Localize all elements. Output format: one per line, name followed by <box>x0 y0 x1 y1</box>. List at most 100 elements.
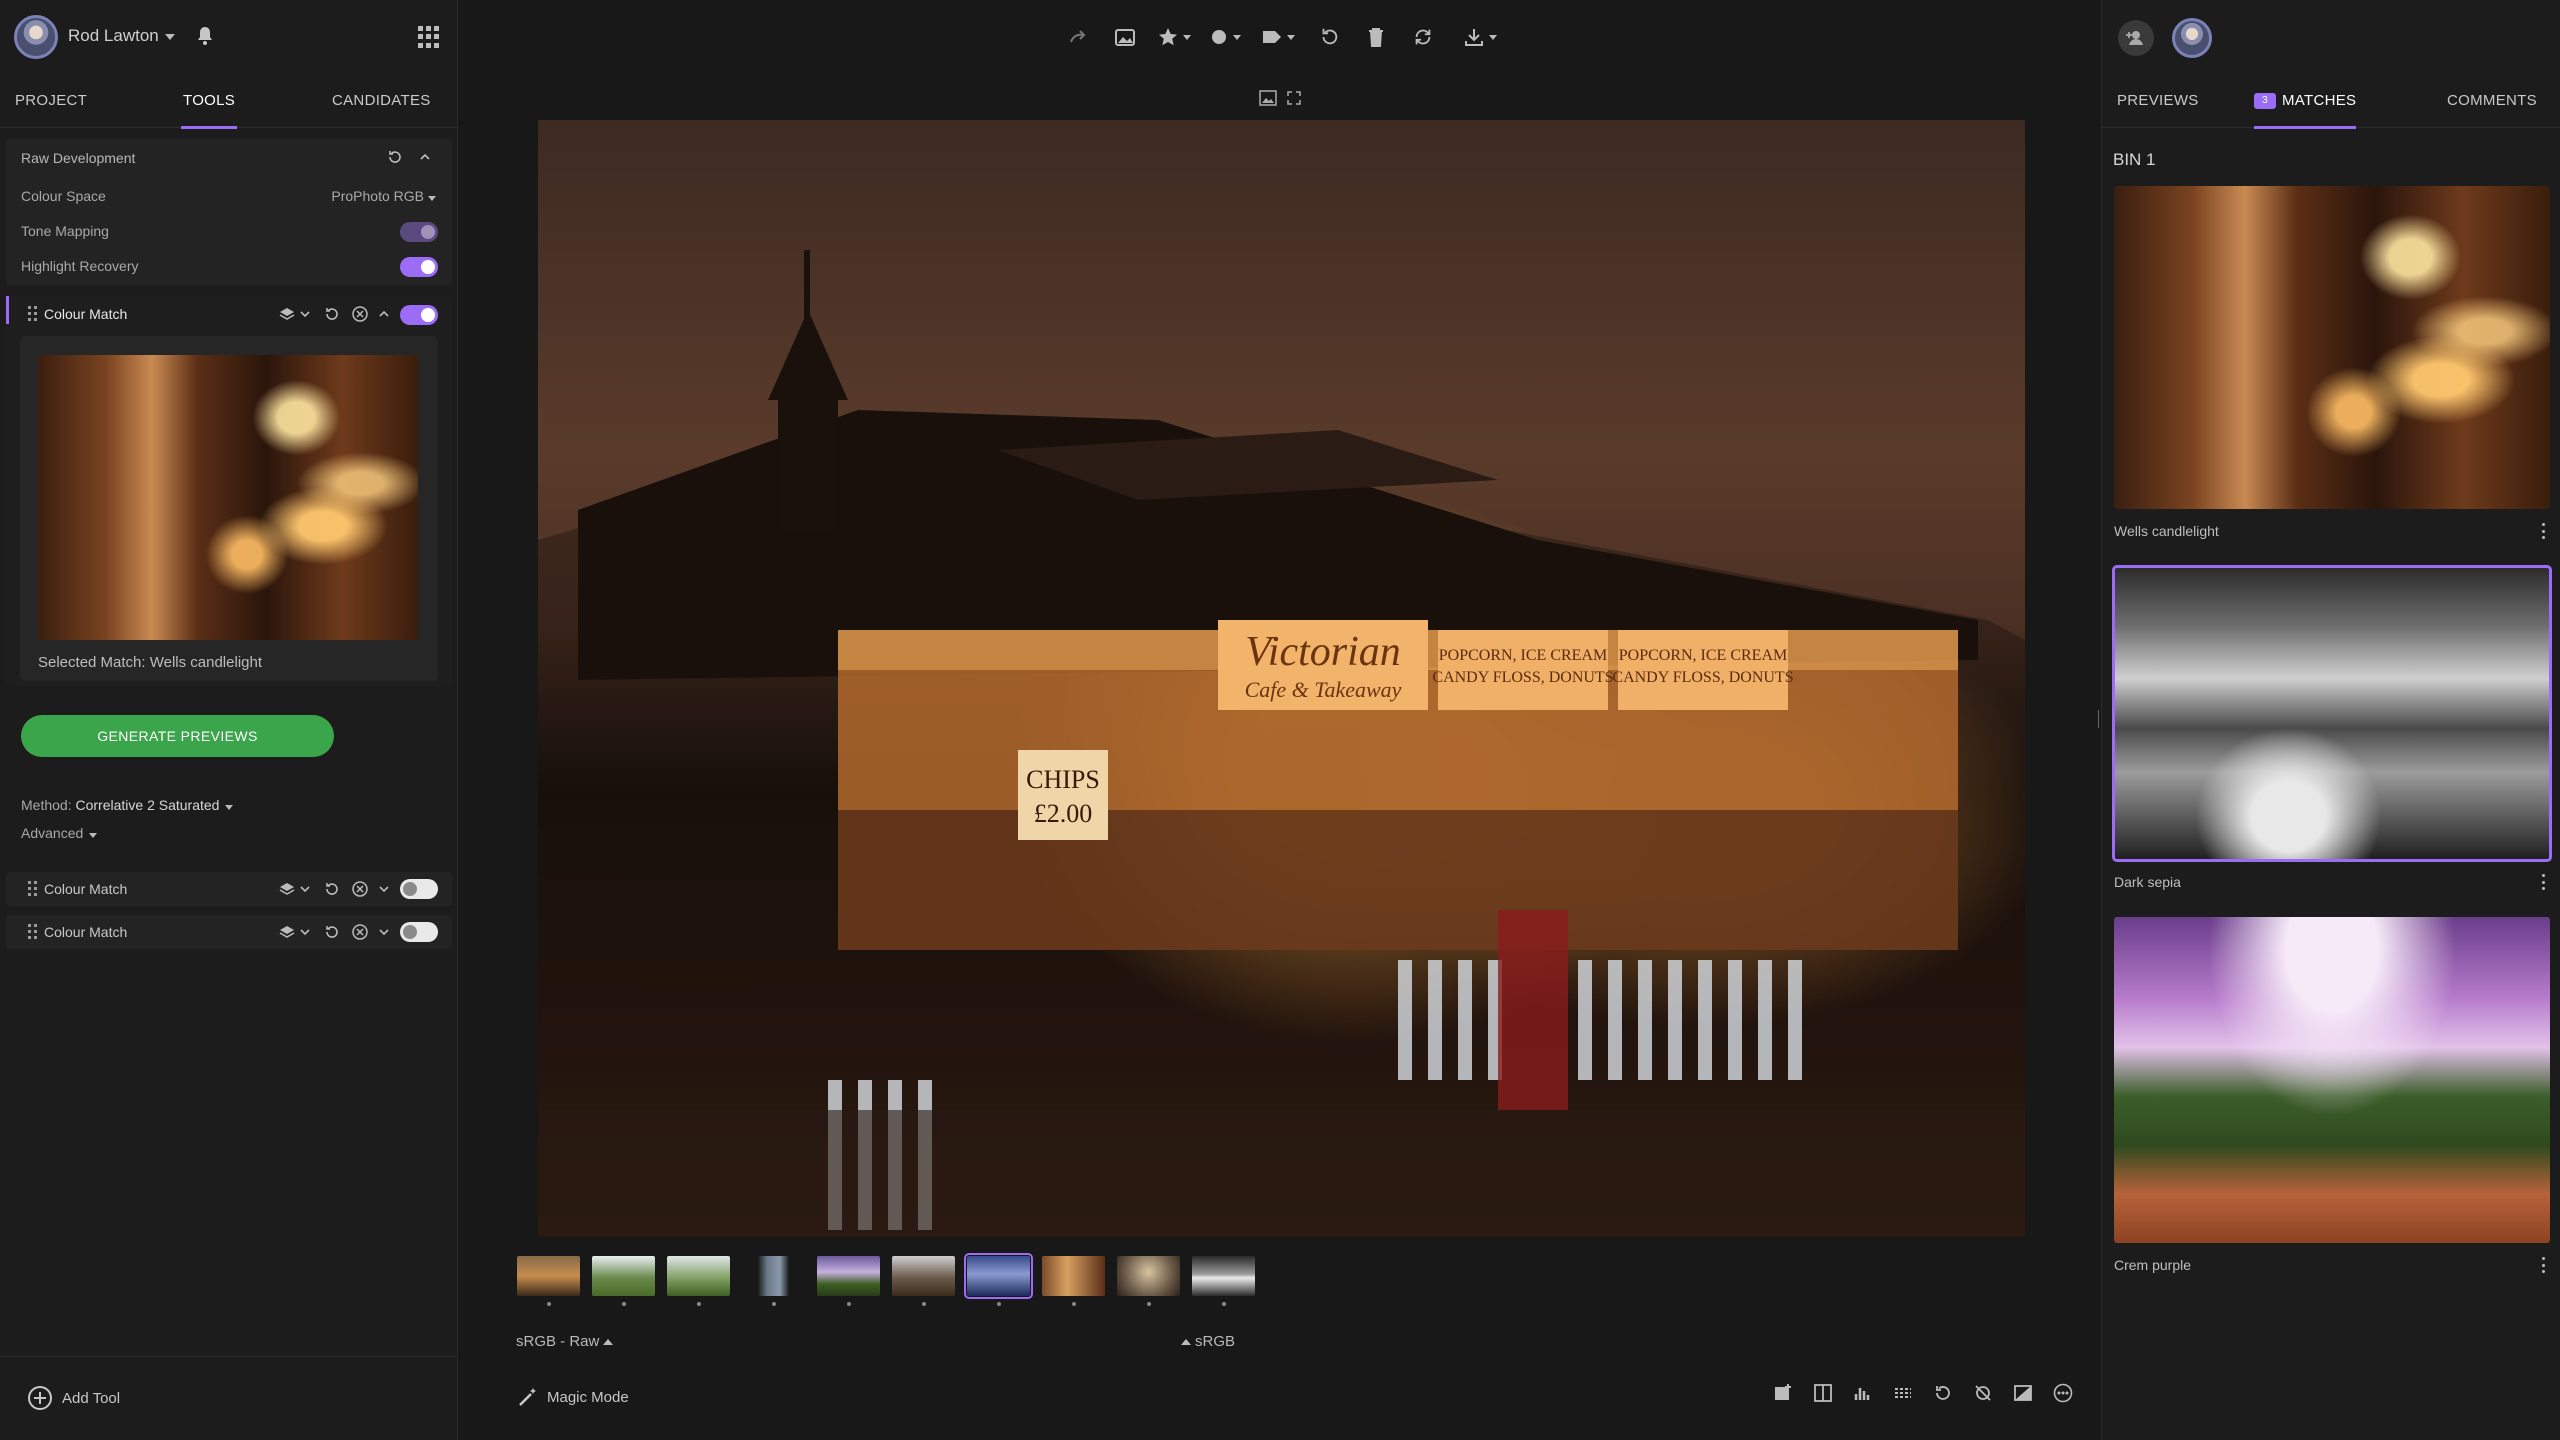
match-item-selected[interactable]: Dark sepia <box>2112 565 2552 890</box>
filmstrip-thumb[interactable] <box>742 1256 805 1296</box>
more-vertical-icon[interactable] <box>2542 523 2546 539</box>
selected-match-image <box>38 355 418 640</box>
tab-comments[interactable]: COMMENTS <box>2447 92 2537 109</box>
more-vertical-icon[interactable] <box>2542 1257 2546 1273</box>
match-item[interactable]: Crem purple <box>2114 917 2550 1273</box>
tag-menu[interactable] <box>1261 26 1295 48</box>
selected-match-label: Selected Match: Wells candlelight <box>38 654 263 671</box>
layers-icon[interactable] <box>278 305 296 323</box>
sign-victorian: Victorian <box>1245 629 1401 675</box>
raw-development-panel: Raw Development Colour Space ProPhoto RG… <box>6 138 452 286</box>
add-tool-button[interactable]: Add Tool <box>28 1386 120 1410</box>
generate-previews-button[interactable]: GENERATE PREVIEWS <box>21 715 334 757</box>
reset-icon[interactable] <box>386 148 404 166</box>
chevron-down-icon[interactable] <box>296 923 314 941</box>
method-row[interactable]: Method: Correlative 2 Saturated <box>21 797 234 813</box>
raw-development-title: Raw Development <box>21 150 136 166</box>
apps-grid-icon[interactable] <box>418 26 440 48</box>
filmstrip-thumb[interactable] <box>667 1256 730 1296</box>
add-photo-icon[interactable] <box>1773 1383 1793 1403</box>
color-label-menu[interactable] <box>1209 26 1241 48</box>
match-thumbnail[interactable] <box>2112 565 2552 862</box>
collaborator-avatar[interactable] <box>2172 18 2212 58</box>
chevron-down-icon[interactable] <box>296 305 314 323</box>
colourspace-right-selector[interactable]: sRGB <box>1177 1333 1235 1350</box>
fullscreen-icon[interactable] <box>1287 91 1301 105</box>
gallery-icon[interactable] <box>1113 26 1137 48</box>
sign-popcorn-1b: CANDY FLOSS, DONUTS <box>1432 669 1613 686</box>
chevron-down-icon[interactable] <box>375 923 393 941</box>
clipping-icon[interactable] <box>1893 1383 1913 1403</box>
tab-previews[interactable]: PREVIEWS <box>2117 92 2199 109</box>
colour-match-2-toggle[interactable] <box>400 879 438 899</box>
star-icon <box>1159 28 1177 46</box>
filmstrip-thumb[interactable] <box>817 1256 880 1296</box>
redo-icon[interactable] <box>1067 26 1089 48</box>
histogram-icon[interactable] <box>1853 1383 1873 1403</box>
match-item[interactable]: Wells candlelight <box>2114 186 2550 539</box>
colourspace-left-label: sRGB - Raw <box>516 1333 600 1350</box>
chevron-down-icon[interactable] <box>296 880 314 898</box>
filmstrip-thumb[interactable] <box>1042 1256 1105 1296</box>
tab-project[interactable]: PROJECT <box>15 92 87 109</box>
drag-handle-icon[interactable] <box>28 881 38 897</box>
left-tabs: PROJECT TOOLS CANDIDATES <box>0 74 458 129</box>
sync-icon[interactable] <box>1411 26 1435 48</box>
layers-icon[interactable] <box>278 880 296 898</box>
advanced-toggle[interactable]: Advanced <box>21 825 98 841</box>
trash-icon[interactable] <box>1365 26 1387 48</box>
add-tool-label: Add Tool <box>62 1389 121 1407</box>
sign-popcorn-1: POPCORN, ICE CREAM <box>1439 647 1607 664</box>
tab-candidates[interactable]: CANDIDATES <box>332 92 431 109</box>
remove-icon[interactable] <box>351 923 369 941</box>
tab-matches[interactable]: 3 MATCHES <box>2254 92 2357 130</box>
tone-mapping-toggle[interactable] <box>400 222 438 242</box>
filmstrip-thumb[interactable] <box>1192 1256 1255 1296</box>
main-photo[interactable]: Victorian Cafe & Takeaway POPCORN, ICE C… <box>538 120 2025 1237</box>
filmstrip-thumb[interactable] <box>1117 1256 1180 1296</box>
split-view-icon[interactable] <box>1813 1383 1833 1403</box>
disable-icon[interactable] <box>1973 1383 1993 1403</box>
reset-icon[interactable] <box>323 923 341 941</box>
highlight-recovery-label: Highlight Recovery <box>21 258 139 274</box>
rotate-icon[interactable] <box>1317 26 1341 48</box>
colourspace-left-selector[interactable]: sRGB - Raw <box>516 1333 617 1350</box>
magic-mode-label: Magic Mode <box>547 1388 629 1406</box>
colour-space-select[interactable]: ProPhoto RGB <box>331 188 436 204</box>
refresh-icon[interactable] <box>1933 1383 1953 1403</box>
chevron-up-icon <box>603 1339 614 1346</box>
filmstrip-thumb[interactable] <box>892 1256 955 1296</box>
match-thumbnail[interactable] <box>2114 186 2550 509</box>
match-thumbnail[interactable] <box>2114 917 2550 1243</box>
bell-icon[interactable] <box>196 26 214 46</box>
rating-menu[interactable] <box>1157 26 1191 48</box>
sign-cafe: Cafe & Takeaway <box>1245 677 1402 702</box>
reset-icon[interactable] <box>323 305 341 323</box>
drag-handle-icon[interactable] <box>28 924 38 940</box>
more-vertical-icon[interactable] <box>2542 874 2546 890</box>
drag-handle-icon[interactable] <box>28 306 38 322</box>
tab-tools[interactable]: TOOLS <box>180 92 238 129</box>
reset-icon[interactable] <box>323 880 341 898</box>
chevron-up-icon[interactable] <box>375 305 393 323</box>
chevron-down-icon[interactable] <box>375 880 393 898</box>
filmstrip-thumb-selected[interactable] <box>964 1253 1033 1299</box>
chevron-up-icon[interactable] <box>416 148 434 166</box>
remove-icon[interactable] <box>351 880 369 898</box>
filmstrip-thumb[interactable] <box>592 1256 655 1296</box>
user-menu[interactable]: Rod Lawton <box>68 26 175 46</box>
highlight-recovery-toggle[interactable] <box>400 257 438 277</box>
before-after-icon[interactable] <box>2013 1383 2033 1403</box>
filmstrip-thumb[interactable] <box>517 1256 580 1296</box>
magic-mode-button[interactable]: Magic Mode <box>517 1386 629 1408</box>
compare-view-icon[interactable] <box>1259 90 1277 106</box>
colour-match-toggle[interactable] <box>400 305 438 325</box>
more-options-icon[interactable] <box>2053 1383 2073 1403</box>
user-avatar[interactable] <box>14 15 58 59</box>
export-menu[interactable] <box>1463 26 1497 48</box>
add-user-icon[interactable] <box>2118 20 2154 56</box>
colour-match-3-toggle[interactable] <box>400 922 438 942</box>
image-viewer: Victorian Cafe & Takeaway POPCORN, ICE C… <box>459 0 2100 1440</box>
remove-icon[interactable] <box>351 305 369 323</box>
layers-icon[interactable] <box>278 923 296 941</box>
